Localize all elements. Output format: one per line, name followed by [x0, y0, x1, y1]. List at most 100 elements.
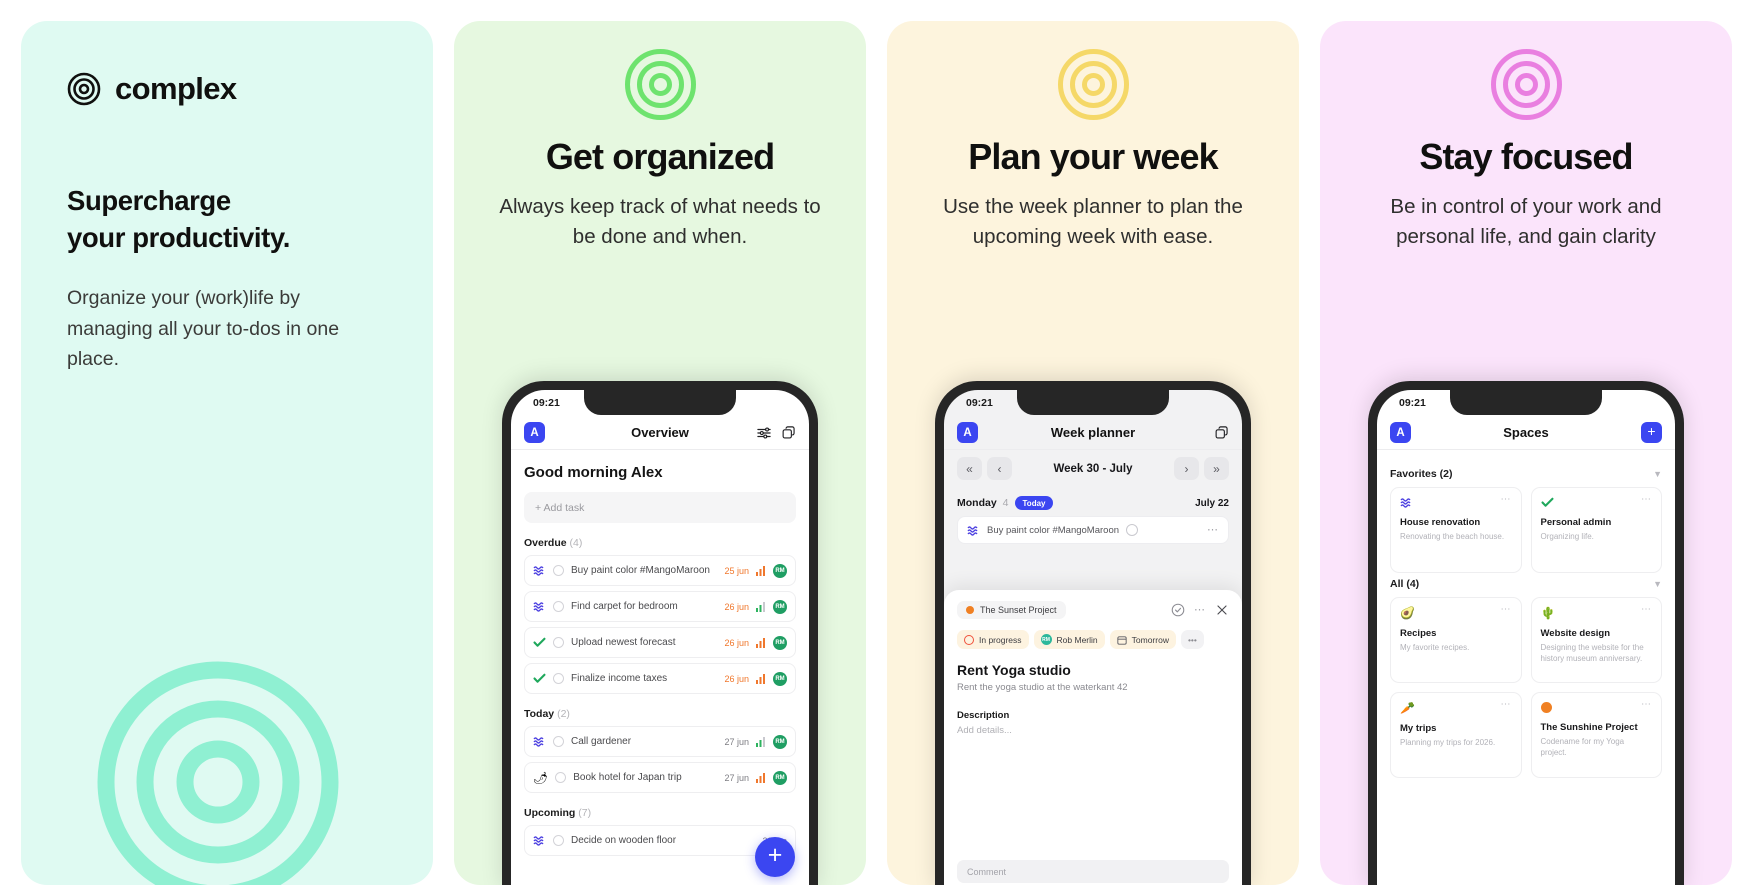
target-rings-icon: [1490, 49, 1562, 120]
phone-screen: 09:21 A Overview Good morning Alex + Add…: [511, 390, 809, 885]
panel-get-organized: Get organized Always keep track of what …: [454, 21, 866, 885]
phone-mockup-week-planner: 09:21 A Week planner « ‹ Week 30 - July …: [935, 381, 1251, 885]
task-date: 26 jun: [724, 601, 749, 612]
last-week-button[interactable]: »: [1204, 457, 1229, 480]
due-date-label: Tomorrow: [1131, 634, 1169, 645]
copy-icon[interactable]: [782, 425, 796, 440]
panel-title: Plan your week: [968, 136, 1218, 177]
more-chip[interactable]: •••: [1180, 630, 1204, 649]
task-checkbox[interactable]: [1126, 524, 1139, 536]
wave-icon: [1400, 498, 1411, 508]
next-week-button[interactable]: ›: [1174, 457, 1199, 480]
more-icon[interactable]: ⋯: [1641, 495, 1652, 505]
due-date-chip[interactable]: Tomorrow: [1109, 630, 1176, 649]
list-item[interactable]: ⋯ House renovation Renovating the beach …: [1390, 487, 1522, 573]
table-row[interactable]: Call gardener 27 jun RM: [524, 726, 796, 757]
list-item[interactable]: ⋯ The Sunshine Project Codename for my Y…: [1530, 692, 1662, 778]
more-icon[interactable]: ⋯: [1501, 605, 1512, 615]
space-description: Codename for my Yoga project.: [1540, 737, 1625, 758]
flame-icon: 🌶: [533, 770, 549, 785]
table-row[interactable]: Upload newest forecast 26 jun RM: [524, 627, 796, 658]
space-description: Planning my trips for 2026.: [1400, 738, 1496, 747]
description-input[interactable]: Add details...: [957, 725, 1229, 736]
more-icon[interactable]: ⋯: [1194, 605, 1206, 616]
wave-icon: [533, 566, 544, 576]
list-item[interactable]: 🥕 ⋯ My trips Planning my trips for 2026.: [1390, 692, 1522, 778]
assignee-chip[interactable]: RM Rob Merlin: [1033, 630, 1105, 649]
list-item[interactable]: 🥑 ⋯ Recipes My favorite recipes.: [1390, 597, 1522, 683]
phone-notch: [584, 390, 736, 415]
panel-brand-intro: complex Supercharge your productivity. O…: [21, 21, 433, 885]
status-time: 09:21: [1399, 397, 1426, 409]
nav-actions: +: [1641, 422, 1662, 443]
list-item[interactable]: Buy paint color #MangoMaroon ⋯: [957, 516, 1229, 544]
task-checkbox[interactable]: [553, 736, 564, 747]
more-icon[interactable]: ⋯: [1501, 495, 1512, 505]
more-icon[interactable]: ⋯: [1501, 700, 1512, 710]
close-icon[interactable]: [1215, 603, 1229, 617]
first-week-button[interactable]: «: [957, 457, 982, 480]
space-title: Recipes: [1400, 628, 1437, 639]
bars-icon: [756, 565, 765, 576]
headline-line-1: Supercharge: [67, 185, 231, 216]
task-checkbox[interactable]: [553, 565, 564, 576]
assignee-avatar: RM: [773, 770, 787, 785]
complete-check-icon[interactable]: [1171, 603, 1185, 617]
table-row[interactable]: Finalize income taxes 26 jun RM: [524, 663, 796, 694]
sliders-icon[interactable]: [757, 426, 771, 440]
copy-icon[interactable]: [1215, 425, 1229, 440]
nav-actions: [757, 425, 796, 440]
table-row[interactable]: Buy paint color #MangoMaroon 25 jun RM: [524, 555, 796, 586]
task-checkbox[interactable]: [553, 601, 564, 612]
chevron-down-icon[interactable]: ▼: [1653, 469, 1662, 479]
wave-icon: [967, 525, 978, 536]
phone-notch: [1450, 390, 1602, 415]
section-label: Favorites (2): [1390, 468, 1453, 480]
description-label: Description: [957, 710, 1010, 721]
avatar[interactable]: A: [957, 422, 978, 443]
project-name: The Sunset Project: [980, 605, 1057, 615]
section-label: All (4): [1390, 578, 1420, 590]
more-icon[interactable]: ⋯: [1641, 605, 1652, 615]
task-checkbox[interactable]: [553, 637, 564, 648]
task-checkbox[interactable]: [555, 772, 567, 783]
phone-screen: 09:21 A Week planner « ‹ Week 30 - July …: [944, 390, 1242, 885]
day-date: July 22: [1195, 497, 1229, 509]
add-task-input[interactable]: + Add task: [524, 492, 796, 523]
comment-input[interactable]: Comment: [957, 860, 1229, 883]
overview-body: Good morning Alex + Add task Overdue (4): [511, 450, 809, 856]
table-row[interactable]: Find carpet for bedroom 26 jun RM: [524, 591, 796, 622]
project-chip[interactable]: The Sunset Project: [957, 601, 1066, 619]
panel-subtitle: Be in control of your work and personal …: [1390, 195, 1662, 248]
app-store-screenshot-board: complex Supercharge your productivity. O…: [0, 0, 1753, 885]
target-rings-icon: [624, 49, 696, 120]
sheet-actions: ⋯: [1171, 603, 1229, 617]
table-row[interactable]: 🌶 Book hotel for Japan trip 27 jun RM: [524, 762, 796, 793]
task-checkbox[interactable]: [553, 835, 564, 846]
add-task-button[interactable]: +: [755, 837, 795, 877]
section-label: Overdue: [524, 537, 567, 549]
cactus-icon: 🌵: [1540, 606, 1556, 620]
more-icon[interactable]: ⋯: [1641, 700, 1652, 710]
chevron-down-icon[interactable]: ▼: [1653, 579, 1662, 589]
bars-icon: [756, 736, 765, 747]
card-header: ⋯: [1540, 495, 1653, 508]
list-item[interactable]: 🌵 ⋯ Website design Designing the website…: [1530, 597, 1662, 683]
task-meta-chips: In progress RM Rob Merlin Tomorrow •••: [957, 630, 1229, 649]
status-chip[interactable]: In progress: [957, 630, 1029, 649]
assignee-avatar: RM: [773, 671, 787, 686]
more-icon[interactable]: ⋯: [1207, 525, 1219, 536]
prev-week-button[interactable]: ‹: [987, 457, 1012, 480]
brand-lockup: complex: [21, 21, 433, 107]
page-title: Spaces: [1503, 425, 1549, 440]
task-checkbox[interactable]: [553, 673, 564, 684]
nav-bar: A Spaces +: [1377, 416, 1675, 450]
avatar[interactable]: A: [1390, 422, 1411, 443]
avatar[interactable]: A: [524, 422, 545, 443]
check-icon: [1540, 497, 1554, 507]
list-item[interactable]: ⋯ Personal admin Organizing life.: [1530, 487, 1662, 573]
greeting-text: Good morning Alex: [524, 464, 663, 481]
add-space-button[interactable]: +: [1641, 422, 1662, 443]
task-title: Call gardener: [571, 736, 632, 747]
section-count: (2): [557, 708, 570, 720]
